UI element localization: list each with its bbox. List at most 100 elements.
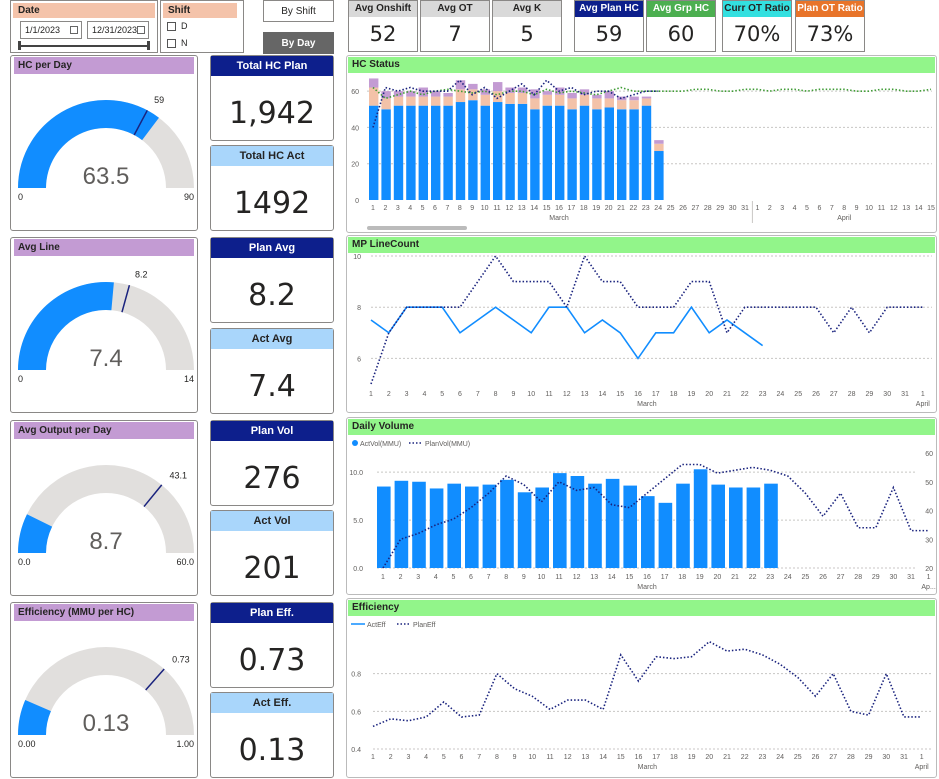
x-group-label: Ap...: [921, 584, 935, 591]
gauge-value-label: 7.4: [89, 345, 122, 372]
bar-segment: [505, 103, 515, 200]
bar-segment: [530, 109, 540, 200]
bar-segment: [592, 94, 602, 99]
x-tick-label: 17: [652, 754, 660, 761]
bar: [412, 481, 426, 568]
x-tick-label: 19: [696, 574, 704, 581]
x-tick-label: 1: [371, 205, 375, 212]
x-tick-label: 23: [759, 754, 767, 761]
x-tick-label: 17: [661, 574, 669, 581]
x-tick-label: 6: [460, 754, 464, 761]
x-tick-label: 26: [819, 574, 827, 581]
x-tick-label: 29: [866, 391, 874, 398]
bar-segment: [369, 105, 379, 200]
bar-segment: [617, 96, 627, 101]
y-tick-label: 0.0: [353, 566, 363, 573]
planeff-line: [372, 640, 922, 728]
hc-status-plot[interactable]: 02040601 2 3 4 5 6 7 8 9 10 11 12 13 14 15 16 17 18 19 20 21…: [347, 73, 936, 233]
x-tick-label: 11: [545, 391, 552, 398]
bar: [729, 487, 743, 568]
x-tick-label: 22: [630, 205, 638, 212]
x-tick-label: 28: [847, 754, 855, 761]
start-date-input[interactable]: 1/1/2023: [20, 21, 82, 39]
calendar-icon[interactable]: [137, 26, 145, 34]
y-tick-label: 8: [357, 305, 361, 312]
y-tick-label-right: 40: [925, 509, 933, 516]
metric-card-value: 1492: [233, 186, 311, 221]
plan-line: [370, 254, 923, 385]
daily-volume-chart: Daily Volume ActVol(MMU) PlanVol(MMU) 0.0 5…: [346, 417, 937, 595]
horizontal-scrollbar[interactable]: [367, 226, 467, 230]
bar: [377, 486, 391, 568]
metric-card: Plan Vol 276: [210, 420, 334, 506]
mp-linecount-chart: MP LineCount 6 8 10 1 2 3 4 5 6 7 8 9 10 11 12 13 14 15 16…: [346, 235, 937, 413]
bar-segment: [406, 105, 416, 200]
x-tick-label: 16: [555, 205, 563, 212]
slider-handle-end[interactable]: [147, 41, 150, 50]
x-tick-label: 30: [883, 391, 891, 398]
by-day-button[interactable]: By Day: [263, 32, 334, 54]
bar: [482, 484, 497, 568]
y-tick-label: 10: [353, 254, 361, 261]
x-tick-label: 2: [768, 205, 772, 212]
x-tick-label: 12: [506, 205, 514, 212]
x-tick-label: 28: [704, 205, 712, 212]
x-tick-label: 8: [458, 205, 462, 212]
by-shift-button[interactable]: By Shift: [263, 0, 334, 22]
calendar-icon[interactable]: [70, 26, 78, 34]
x-tick-label: 23: [759, 391, 767, 398]
date-slicer-title: Date: [13, 3, 155, 18]
efficiency-plot[interactable]: ActEff PlanEff0.40.60.81 2 3 4 5 6 7 8 9 10 11 12 13 1…: [347, 616, 936, 778]
x-tick-label: 2: [387, 391, 391, 398]
x-tick-label: 1: [755, 205, 759, 212]
x-tick-label: 27: [829, 754, 837, 761]
end-date-input[interactable]: 12/31/2023: [87, 21, 149, 39]
bar: [658, 502, 673, 568]
bar-segment: [369, 78, 379, 88]
metric-card-value: 7.4: [248, 369, 296, 404]
x-tick-label: 6: [433, 205, 437, 212]
x-tick-label: 3: [405, 391, 409, 398]
chart-title: Efficiency: [348, 600, 935, 616]
gauge-card: Efficiency (MMU per HC) 0.73 0.13 0.00 1.00: [10, 602, 198, 778]
bar-segment: [505, 92, 515, 104]
gauge-min-label: 0: [18, 374, 23, 384]
metric-card-value: 1,942: [229, 96, 315, 131]
metric-card-title: Total HC Act: [211, 146, 333, 166]
x-tick-label: 15: [617, 754, 625, 761]
kpi-value: 52: [369, 22, 397, 46]
shift-option-n[interactable]: N: [167, 38, 188, 48]
kpi-label: Avg Grp HC: [647, 1, 715, 17]
gauge-value-label: 0.13: [83, 710, 130, 737]
mp-linecount-plot[interactable]: 68101 2 3 4 5 6 7 8 9 10 11 12 13 14 15 16 17 18 19 20 21 22 2…: [347, 253, 936, 413]
bar-segment: [617, 100, 627, 110]
x-tick-label: 8: [842, 205, 846, 212]
kpi-card: Avg K 5: [492, 0, 562, 52]
slider-handle-start[interactable]: [18, 41, 21, 50]
daily-volume-plot[interactable]: ActVol(MMU) PlanVol(MMU) 0.0 5.0 10.0 20 30 40 5…: [347, 435, 936, 595]
x-tick-label: 16: [634, 391, 642, 398]
checkbox[interactable]: [167, 38, 176, 48]
bar-segment: [480, 94, 490, 106]
kpi-value: 5: [520, 22, 534, 46]
kpi-label: Curr OT Ratio: [723, 1, 791, 17]
x-tick-label: 24: [654, 205, 662, 212]
x-tick-label: 6: [458, 391, 462, 398]
y-tick-label: 60: [351, 89, 359, 96]
x-group-label: March: [637, 401, 657, 408]
x-group-label: April: [915, 764, 929, 771]
metric-card: Act Eff. 0.13: [210, 692, 334, 778]
legend-label: PlanEff: [413, 622, 435, 629]
x-tick-label: 2: [383, 205, 387, 212]
bar-segment: [443, 92, 453, 97]
x-tick-label: 15: [927, 205, 935, 212]
kpi-card: Avg OT 7: [420, 0, 490, 52]
shift-option-d[interactable]: D: [167, 21, 188, 31]
metric-card-title: Plan Avg: [211, 238, 333, 258]
date-range-slider[interactable]: [20, 45, 148, 47]
x-tick-label: 9: [470, 205, 474, 212]
x-tick-label: 24: [777, 391, 785, 398]
shift-slicer: Shift D N: [160, 0, 244, 53]
kpi-card: Avg Grp HC 60: [646, 0, 716, 52]
checkbox[interactable]: [167, 21, 176, 31]
